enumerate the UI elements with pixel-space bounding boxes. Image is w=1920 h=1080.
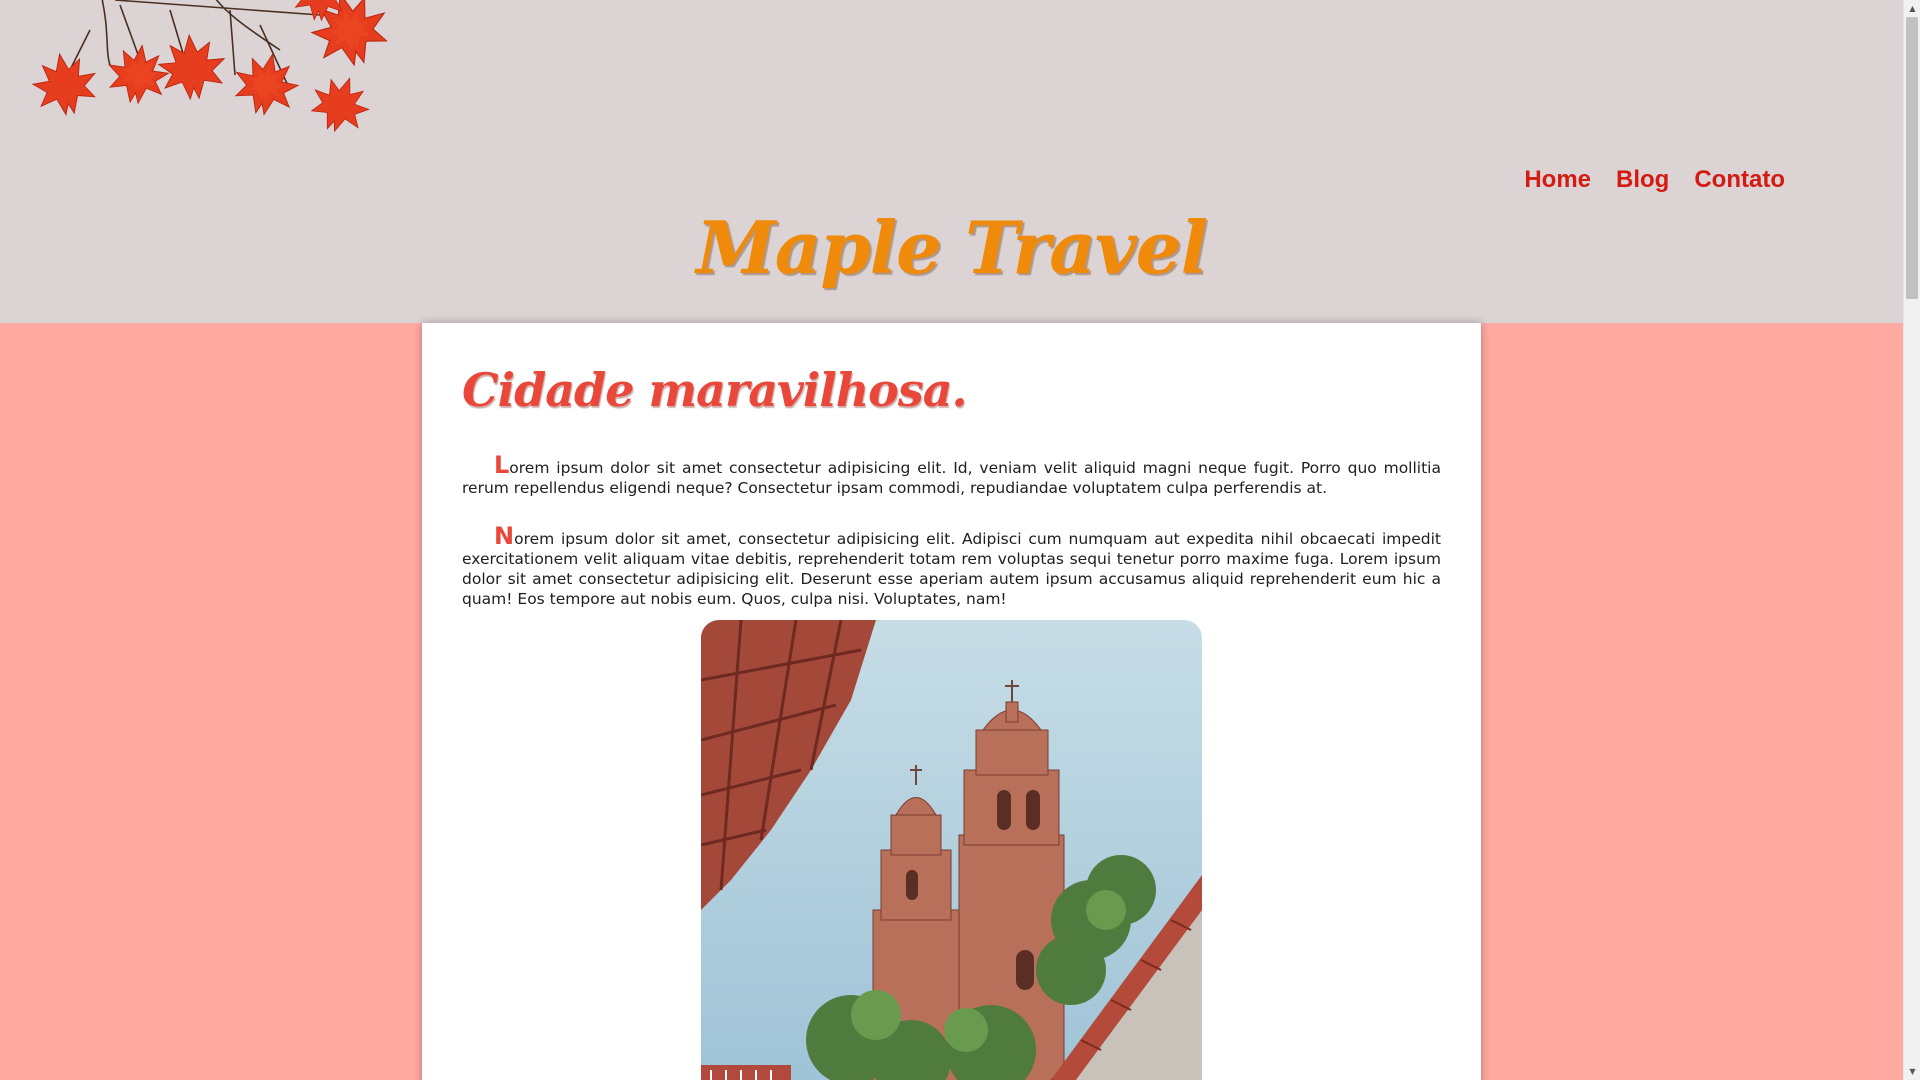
maple-leaves-icon — [27, 0, 390, 141]
post-card: Cidade maravilhosa. Lorem ipsum dolor si… — [422, 323, 1481, 1080]
post-title: Cidade maravilhosa. — [462, 363, 968, 417]
paragraph-initial: N — [494, 522, 515, 550]
site-header: Home Blog Contato Maple Travel — [0, 0, 1903, 323]
page-viewport: Home Blog Contato Maple Travel Cidade ma… — [0, 0, 1903, 1080]
post-paragraph-2: Norem ipsum dolor sit amet, consectetur … — [462, 524, 1441, 609]
church-towers-photo — [701, 620, 1202, 1080]
site-brand[interactable]: Maple Travel — [0, 205, 1903, 290]
main-nav: Home Blog Contato — [1524, 166, 1785, 194]
paragraph-initial: L — [494, 451, 510, 479]
scroll-down-arrow-icon[interactable]: ▼ — [1904, 1063, 1920, 1080]
paragraph-text: orem ipsum dolor sit amet consectetur ad… — [462, 459, 1441, 497]
scroll-up-arrow-icon[interactable]: ▲ — [1904, 0, 1920, 17]
paragraph-text: orem ipsum dolor sit amet, consectetur a… — [462, 530, 1441, 608]
nav-blog-link[interactable]: Blog — [1616, 166, 1669, 194]
post-paragraph-1: Lorem ipsum dolor sit amet consectetur a… — [462, 453, 1441, 498]
page-scrollbar[interactable]: ▲ ▼ — [1903, 0, 1920, 1080]
scrollbar-thumb[interactable] — [1906, 17, 1918, 299]
nav-contato-link[interactable]: Contato — [1694, 166, 1785, 194]
nav-home-link[interactable]: Home — [1524, 166, 1591, 194]
